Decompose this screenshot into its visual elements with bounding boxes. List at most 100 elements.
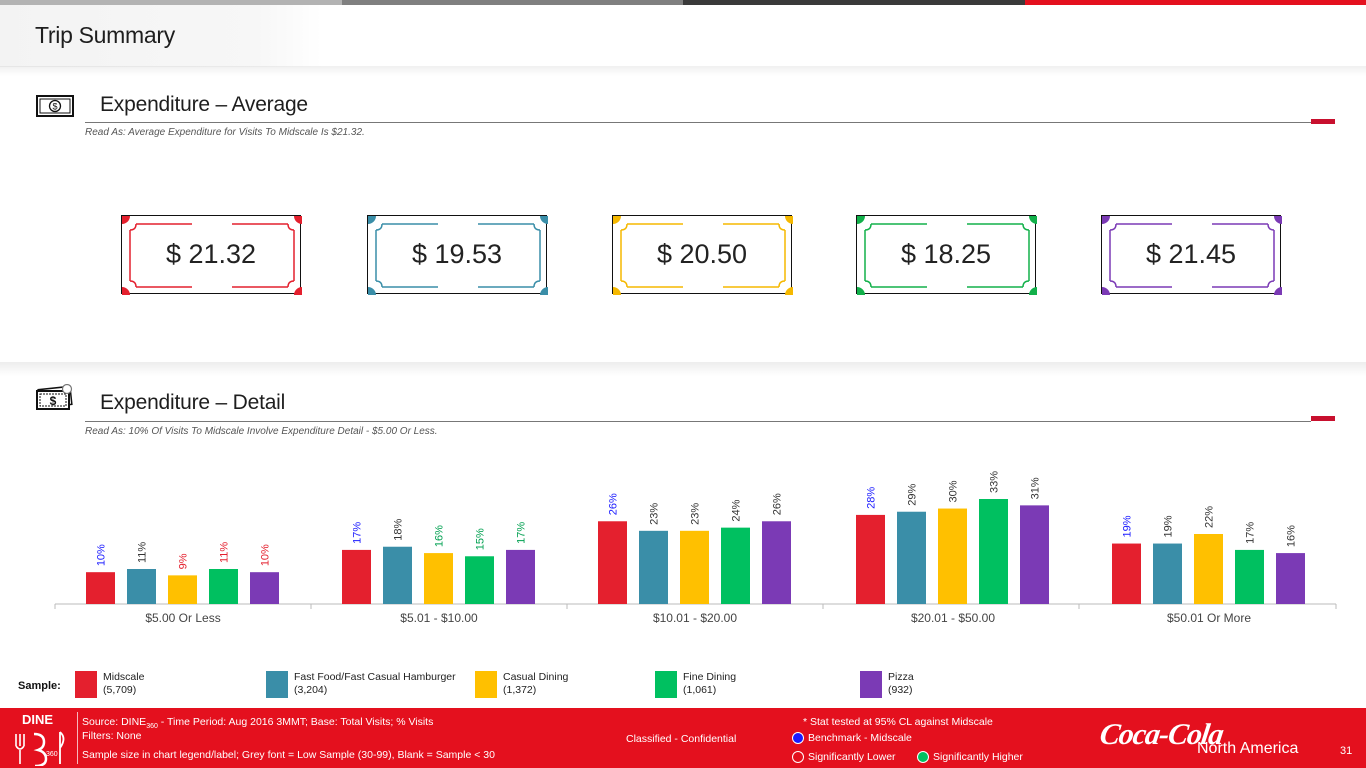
legend-swatch bbox=[860, 671, 882, 698]
average-bill: $ 21.32 bbox=[121, 215, 302, 295]
section-accent bbox=[1311, 416, 1335, 421]
chart-bar bbox=[1020, 505, 1049, 604]
data-label: 23% bbox=[649, 503, 661, 525]
data-label: 16% bbox=[434, 525, 446, 547]
read-as-average: Read As: Average Expenditure for Visits … bbox=[85, 127, 365, 138]
bill-value: $ 21.32 bbox=[165, 239, 257, 269]
footer-divider bbox=[77, 712, 78, 764]
footer: DINE 360 Source: DINE360 - Time Period: … bbox=[0, 708, 1366, 768]
data-label: 17% bbox=[516, 522, 528, 544]
chart-bar bbox=[1153, 543, 1182, 604]
data-label: 30% bbox=[948, 480, 960, 502]
page-number: 31 bbox=[1340, 745, 1353, 757]
data-label: 33% bbox=[989, 471, 1001, 493]
average-bill: $ 20.50 bbox=[612, 215, 793, 295]
sig-higher-legend: Significantly Higher bbox=[917, 751, 1023, 764]
chart-bar bbox=[168, 575, 197, 604]
legend-name: Casual Dining bbox=[503, 671, 569, 683]
chart-bar bbox=[938, 508, 967, 604]
section-title-average: Expenditure – Average bbox=[100, 93, 308, 116]
data-label: 9% bbox=[178, 553, 190, 569]
sig-higher-circle-icon bbox=[917, 751, 929, 764]
legend-name: Fast Food/Fast Casual Hamburger bbox=[294, 671, 456, 683]
section-shadow bbox=[0, 362, 1366, 376]
chart-bar bbox=[639, 530, 668, 604]
bill-value: $ 19.53 bbox=[411, 239, 503, 269]
page-title: Trip Summary bbox=[35, 22, 175, 48]
data-label: 11% bbox=[219, 542, 231, 563]
data-label: 29% bbox=[907, 483, 919, 505]
data-label: 19% bbox=[1122, 515, 1134, 537]
data-label: 26% bbox=[608, 493, 620, 515]
legend-name: Midscale bbox=[103, 671, 145, 683]
topbar-segment-3 bbox=[683, 0, 1025, 5]
data-label: 19% bbox=[1163, 515, 1175, 537]
average-bill: $ 19.53 bbox=[367, 215, 548, 295]
average-bill: $ 21.45 bbox=[1101, 215, 1282, 295]
chart-bar bbox=[762, 521, 791, 604]
fork-knife-icon: 360 bbox=[15, 731, 65, 766]
data-label: 24% bbox=[731, 499, 743, 521]
data-label: 16% bbox=[1286, 525, 1298, 547]
stat-note: * Stat tested at 95% CL against Midscale bbox=[803, 716, 993, 728]
chart-bar bbox=[342, 549, 371, 604]
data-label: 18% bbox=[393, 518, 405, 540]
footer-sample-note: Sample size in chart legend/label; Grey … bbox=[82, 749, 495, 761]
chart-bar bbox=[1235, 549, 1264, 604]
read-as-detail: Read As: 10% Of Visits To Midscale Invol… bbox=[85, 426, 438, 437]
bill-value: $ 20.50 bbox=[656, 239, 748, 269]
category-label: $5.00 Or Less bbox=[145, 611, 220, 625]
legend-swatch bbox=[75, 671, 97, 698]
legend-swatch bbox=[475, 671, 497, 698]
dine360-logo: DINE 360 bbox=[10, 710, 72, 766]
data-label: 10% bbox=[96, 544, 108, 566]
data-label: 22% bbox=[1204, 506, 1216, 528]
legend-swatch bbox=[266, 671, 288, 698]
legend-name: Pizza bbox=[888, 671, 914, 683]
data-label: 26% bbox=[772, 493, 784, 515]
chart-bar bbox=[1112, 543, 1141, 604]
chart-bar bbox=[856, 514, 885, 604]
data-label: 28% bbox=[866, 487, 878, 509]
chart-bar bbox=[86, 572, 115, 604]
section-accent bbox=[1311, 119, 1335, 124]
data-label: 31% bbox=[1030, 477, 1042, 499]
svg-text:$: $ bbox=[52, 102, 57, 112]
chart-bar bbox=[1276, 553, 1305, 604]
chart-bar bbox=[424, 553, 453, 604]
cash-stack-icon: $ bbox=[34, 383, 76, 417]
benchmark-legend: Benchmark - Midscale bbox=[792, 732, 912, 745]
average-bill: $ 18.25 bbox=[856, 215, 1037, 295]
logo-text: DINE bbox=[22, 712, 54, 727]
sig-lower-circle-icon bbox=[792, 751, 804, 764]
bill-value: $ 21.45 bbox=[1145, 239, 1237, 269]
data-label: 17% bbox=[1245, 522, 1257, 544]
chart-bar bbox=[465, 556, 494, 604]
data-label: 11% bbox=[137, 542, 149, 563]
legend-count: (932) bbox=[888, 684, 913, 696]
bill-value: $ 18.25 bbox=[900, 239, 992, 269]
dollar-bill-icon: $ bbox=[36, 95, 74, 122]
category-label: $20.01 - $50.00 bbox=[911, 611, 995, 625]
footer-source: Source: DINE360 - Time Period: Aug 2016 … bbox=[82, 716, 434, 731]
data-label: 23% bbox=[690, 503, 702, 525]
chart-bar bbox=[250, 572, 279, 604]
chart-bar bbox=[127, 569, 156, 604]
classification-label: Classified - Confidential bbox=[626, 733, 737, 745]
section-divider bbox=[85, 421, 1311, 422]
chart-bar bbox=[598, 521, 627, 604]
chart-bar bbox=[680, 530, 709, 604]
legend-count: (1,372) bbox=[503, 684, 537, 696]
category-label: $5.01 - $10.00 bbox=[400, 611, 478, 625]
data-label: 10% bbox=[260, 544, 272, 566]
data-label: 15% bbox=[475, 528, 487, 550]
chart-bar bbox=[506, 549, 535, 604]
benchmark-circle-icon bbox=[792, 732, 804, 745]
topbar-segment-4 bbox=[1024, 0, 1366, 5]
brand-region: North America bbox=[1197, 740, 1299, 757]
footer-filters: Filters: None bbox=[82, 730, 142, 742]
category-label: $50.01 Or More bbox=[1167, 611, 1251, 625]
section-divider bbox=[85, 122, 1311, 123]
legend-count: (5,709) bbox=[103, 684, 137, 696]
chart-bar bbox=[979, 499, 1008, 604]
